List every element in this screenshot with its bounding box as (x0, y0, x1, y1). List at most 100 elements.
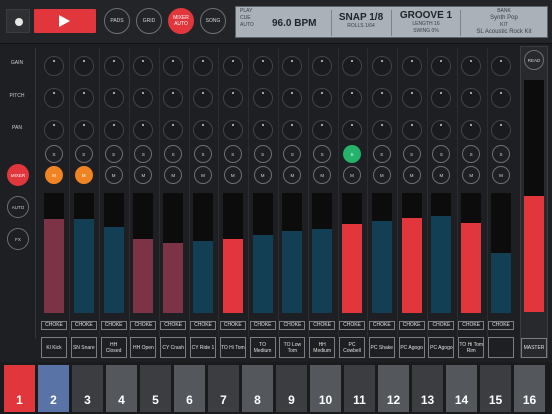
snap-readout[interactable]: SNAP 1/8 (332, 12, 390, 23)
pad-1[interactable]: 1 (4, 365, 35, 412)
choke-button[interactable]: CHOKE (41, 321, 67, 330)
pitch-knob[interactable] (491, 88, 511, 108)
pan-knob[interactable] (312, 120, 333, 140)
channel-fader[interactable] (193, 193, 213, 313)
solo-button[interactable]: S (432, 145, 451, 163)
pad-12[interactable]: 12 (378, 365, 409, 412)
channel-fader[interactable] (222, 193, 243, 313)
pan-knob[interactable] (371, 120, 392, 140)
mute-button[interactable]: M (432, 166, 451, 184)
solo-button[interactable]: S (343, 145, 361, 163)
gain-knob[interactable] (371, 56, 392, 76)
gain-knob[interactable] (252, 56, 273, 76)
bank-value[interactable]: Synth Pop (461, 15, 547, 22)
channel-name-button[interactable]: PC Shake (368, 337, 395, 358)
solo-button[interactable]: S (253, 145, 272, 163)
pitch-knob[interactable] (401, 88, 422, 108)
gain-knob[interactable] (73, 56, 94, 76)
pitch-knob[interactable] (312, 88, 333, 108)
record-button[interactable] (6, 9, 30, 33)
pitch-knob[interactable] (431, 88, 452, 108)
solo-button[interactable]: S (462, 145, 481, 163)
solo-button[interactable]: S (45, 145, 63, 163)
solo-button[interactable]: S (194, 145, 212, 163)
pad-7[interactable]: 7 (208, 365, 239, 412)
pitch-knob[interactable] (163, 88, 184, 108)
choke-button[interactable]: CHOKE (190, 321, 216, 330)
choke-button[interactable]: CHOKE (488, 321, 514, 330)
channel-name-button[interactable]: TO Hi Tom (219, 337, 246, 358)
pitch-knob[interactable] (342, 88, 362, 108)
pitch-knob[interactable] (73, 88, 94, 108)
channel-name-button[interactable]: SN Snare (70, 337, 97, 358)
pitch-knob[interactable] (193, 88, 213, 108)
pan-knob[interactable] (282, 120, 303, 140)
channel-name-button[interactable]: HH Open (130, 337, 157, 358)
choke-button[interactable]: CHOKE (100, 321, 127, 330)
fx-view-button[interactable]: FX (7, 228, 29, 250)
choke-button[interactable]: CHOKE (398, 321, 425, 330)
gain-knob[interactable] (103, 56, 124, 76)
channel-name-button[interactable]: TO Low Tom (279, 337, 306, 358)
solo-button[interactable]: S (164, 145, 183, 163)
pan-knob[interactable] (222, 120, 243, 140)
channel-name-button[interactable]: Kl Kick (41, 337, 67, 358)
channel-fader[interactable] (461, 193, 482, 313)
pitch-knob[interactable] (44, 88, 64, 108)
choke-button[interactable]: CHOKE (279, 321, 306, 330)
choke-button[interactable]: CHOKE (428, 321, 455, 330)
pitch-knob[interactable] (282, 88, 303, 108)
solo-button[interactable]: S (492, 145, 510, 163)
mute-button[interactable]: M (462, 166, 481, 184)
pan-knob[interactable] (342, 120, 362, 140)
pitch-knob[interactable] (133, 88, 154, 108)
channel-name-button[interactable]: HH Closed (100, 337, 127, 358)
mute-button[interactable]: M (104, 166, 123, 184)
pan-knob[interactable] (491, 120, 511, 140)
gain-knob[interactable] (431, 56, 452, 76)
channel-fader[interactable] (252, 193, 273, 313)
pan-knob[interactable] (252, 120, 273, 140)
gain-knob[interactable] (193, 56, 213, 76)
pads-mode-button[interactable]: PADS (104, 8, 130, 34)
choke-button[interactable]: CHOKE (458, 321, 485, 330)
channel-name-button[interactable]: TO Hi Tom Rim (458, 337, 485, 358)
mute-button[interactable]: M (372, 166, 391, 184)
channel-fader[interactable] (103, 193, 124, 313)
pad-11[interactable]: 11 (344, 365, 375, 412)
pad-3[interactable]: 3 (72, 365, 103, 412)
channel-name-button[interactable]: PC Cowbell (339, 337, 365, 358)
channel-fader[interactable] (491, 193, 511, 313)
pitch-knob[interactable] (371, 88, 392, 108)
kit-value[interactable]: SL Acoustic Rock Kit (461, 29, 547, 36)
channel-name-button[interactable]: TO Medium (249, 337, 276, 358)
solo-button[interactable]: S (74, 145, 93, 163)
choke-button[interactable]: CHOKE (249, 321, 276, 330)
mute-button[interactable]: M (194, 166, 212, 184)
gain-knob[interactable] (342, 56, 362, 76)
pan-knob[interactable] (461, 120, 482, 140)
choke-button[interactable]: CHOKE (368, 321, 395, 330)
solo-button[interactable]: S (223, 145, 242, 163)
mute-button[interactable]: M (313, 166, 332, 184)
channel-fader[interactable] (401, 193, 422, 313)
channel-fader[interactable] (44, 193, 64, 313)
bpm-readout[interactable]: 96.0 BPM (272, 18, 316, 50)
choke-button[interactable]: CHOKE (70, 321, 97, 330)
pad-14[interactable]: 14 (446, 365, 477, 412)
solo-button[interactable]: S (313, 145, 332, 163)
pan-knob[interactable] (103, 120, 124, 140)
choke-button[interactable]: CHOKE (339, 321, 365, 330)
read-button[interactable]: READ (524, 50, 544, 70)
solo-button[interactable]: S (402, 145, 421, 163)
pitch-knob[interactable] (461, 88, 482, 108)
solo-button[interactable]: S (134, 145, 153, 163)
channel-name-button[interactable]: CY Ride 1 (190, 337, 216, 358)
mute-button[interactable]: M (283, 166, 302, 184)
pad-10[interactable]: 10 (310, 365, 341, 412)
choke-button[interactable]: CHOKE (219, 321, 246, 330)
channel-fader[interactable] (163, 193, 184, 313)
mute-button[interactable]: M (74, 166, 93, 184)
grid-mode-button[interactable]: GRID (136, 8, 162, 34)
channel-name-button[interactable]: PC Agogo (428, 337, 455, 358)
